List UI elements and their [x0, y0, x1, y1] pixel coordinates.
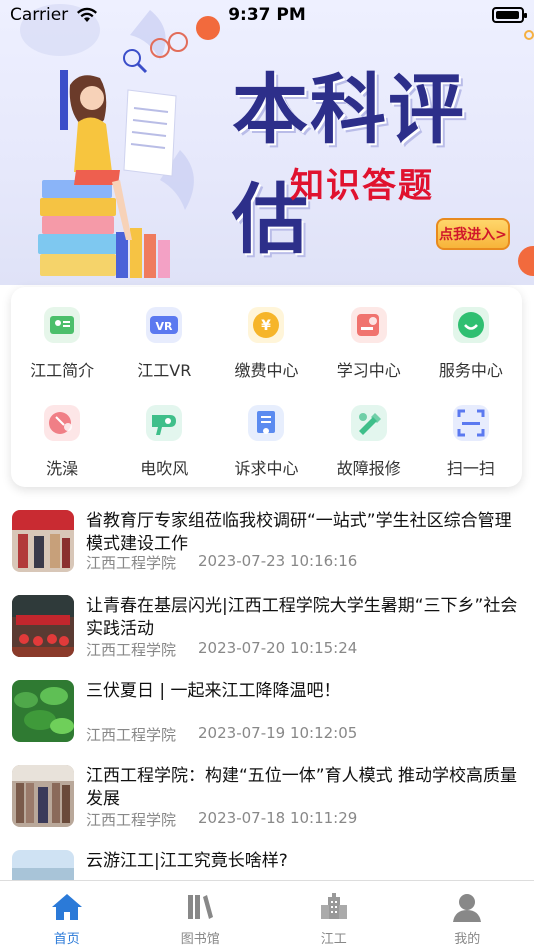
quick-menu-label: 洗澡 — [46, 459, 79, 478]
shower-icon — [44, 405, 81, 441]
battery-icon — [492, 7, 527, 23]
news-item[interactable]: 三伏夏日 | 一起来江工降降温吧！ 江西工程学院 2023-07-19 10:1… — [0, 670, 534, 755]
news-list: 省教育厅专家组莅临我校调研“一站式”学生社区综合管理模式建设工作 江西工程学院 … — [0, 500, 534, 925]
campus-building-icon — [320, 893, 347, 919]
quick-menu-item[interactable]: ¥ 缴费中心 — [215, 293, 317, 391]
quick-menu-grid: 江工简介 VR 江工VR ¥ 缴费中心 学习中心 服务中心洗澡 电吹风 诉求中心 故障报修 扫一扫 — [11, 287, 522, 489]
app-screen: Carrier 9:37 PM 本科评估 知识答题 点我进入> 江工简介 VR … — [0, 0, 534, 950]
user-icon — [453, 894, 482, 922]
study-icon — [350, 307, 387, 343]
tab-bar: 首页 图书馆 江工 我的 — [0, 880, 534, 950]
quick-menu-card: 江工简介 VR 江工VR ¥ 缴费中心 学习中心 服务中心洗澡 电吹风 诉求中心 故障报修 扫一扫 — [11, 287, 522, 487]
status-time: 9:37 PM — [228, 5, 306, 25]
quick-menu-item[interactable]: 故障报修 — [318, 391, 420, 489]
quick-menu-label: 服务中心 — [438, 361, 503, 380]
tab-label: 首页 — [53, 932, 80, 947]
quick-menu-label: 江工简介 — [30, 361, 95, 380]
news-title: 三伏夏日 | 一起来江工降降温吧！ — [86, 681, 341, 701]
news-time: 2023-07-20 10:15:24 — [198, 639, 358, 657]
wifi-icon — [77, 7, 98, 22]
news-time: 2023-07-19 10:12:05 — [198, 724, 358, 742]
quick-menu-item[interactable]: 诉求中心 — [215, 391, 317, 489]
svg-text:¥: ¥ — [262, 318, 272, 334]
news-item[interactable]: 让青春在基层闪光|江西工程学院大学生暑期“三下乡”社会实践活动 江西工程学院 2… — [0, 585, 534, 670]
quick-menu-label: 缴费中心 — [234, 361, 299, 380]
quick-menu-item[interactable]: 洗澡 — [11, 391, 113, 489]
news-time: 2023-07-23 10:16:16 — [198, 552, 358, 570]
books-icon — [188, 895, 214, 919]
quick-menu-item[interactable]: 服务中心 — [420, 293, 522, 391]
banner-subtitle: 知识答题 — [290, 166, 434, 206]
complaint-icon — [248, 405, 285, 441]
banner[interactable]: Carrier 9:37 PM 本科评估 知识答题 点我进入> — [0, 0, 534, 285]
news-title: 让青春在基层闪光|江西工程学院大学生暑期“三下乡”社会实践活动 — [86, 596, 518, 639]
status-left: Carrier — [10, 5, 98, 25]
quick-menu-item[interactable]: 江工简介 — [11, 293, 113, 391]
quick-menu-label: 扫一扫 — [446, 459, 495, 478]
news-time: 2023-07-18 10:11:29 — [198, 809, 358, 827]
svg-text:VR: VR — [156, 320, 174, 333]
quick-menu-item[interactable]: 扫一扫 — [420, 391, 522, 489]
news-source: 江西工程学院 — [86, 811, 177, 829]
quick-menu-label: 诉求中心 — [234, 459, 299, 478]
quick-menu-label: 电吹风 — [140, 459, 189, 478]
scan-icon — [452, 405, 489, 441]
news-thumbnail — [12, 680, 74, 742]
home-icon — [51, 894, 82, 920]
quick-menu-item[interactable]: 学习中心 — [318, 293, 420, 391]
tab-label: 图书馆 — [180, 932, 220, 947]
news-source: 江西工程学院 — [86, 641, 177, 659]
news-meta: 江西工程学院 2023-07-23 10:16:16 — [86, 552, 357, 573]
news-thumbnail — [12, 595, 74, 657]
quick-menu-label: 学习中心 — [336, 361, 401, 380]
hair-dryer-icon — [146, 405, 183, 441]
tab-library[interactable]: 图书馆 — [134, 881, 268, 950]
news-thumbnail — [12, 510, 74, 572]
news-meta: 江西工程学院 2023-07-18 10:11:29 — [86, 809, 357, 830]
news-title: 云游江工|江工究竟长啥样? — [86, 851, 288, 871]
service-chat-icon — [452, 307, 489, 343]
quick-menu-item[interactable]: VR 江工VR — [113, 293, 215, 391]
carrier-label: Carrier — [10, 5, 69, 25]
banner-enter-button[interactable]: 点我进入> — [436, 218, 510, 250]
news-item[interactable]: 江西工程学院：构建“五位一体”育人模式 推动学校高质量发展 江西工程学院 202… — [0, 755, 534, 840]
news-source: 江西工程学院 — [86, 726, 177, 744]
tab-label: 我的 — [454, 932, 481, 947]
id-card-icon — [44, 307, 81, 343]
vr-icon: VR — [146, 307, 183, 343]
repair-tools-icon — [350, 405, 387, 441]
status-bar: Carrier 9:37 PM — [0, 0, 534, 30]
news-title: 省教育厅专家组莅临我校调研“一站式”学生社区综合管理模式建设工作 — [86, 511, 512, 554]
news-title: 江西工程学院：构建“五位一体”育人模式 推动学校高质量发展 — [86, 766, 518, 809]
news-meta: 江西工程学院 2023-07-19 10:12:05 — [86, 724, 357, 745]
tab-home[interactable]: 首页 — [0, 881, 134, 950]
tab-label: 江工 — [320, 932, 347, 947]
news-item[interactable]: 省教育厅专家组莅临我校调研“一站式”学生社区综合管理模式建设工作 江西工程学院 … — [0, 500, 534, 585]
tab-mine[interactable]: 我的 — [401, 881, 534, 950]
tab-campus[interactable]: 江工 — [267, 881, 401, 950]
news-source: 江西工程学院 — [86, 554, 177, 572]
quick-menu-label: 故障报修 — [336, 459, 401, 478]
reading-girl-illustration — [20, 4, 194, 278]
yen-coin-icon: ¥ — [248, 307, 285, 343]
news-meta: 江西工程学院 2023-07-20 10:15:24 — [86, 639, 357, 660]
quick-menu-label: 江工VR — [137, 361, 192, 380]
news-thumbnail — [12, 765, 74, 827]
decor-blob — [524, 30, 534, 40]
quick-menu-item[interactable]: 电吹风 — [113, 391, 215, 489]
